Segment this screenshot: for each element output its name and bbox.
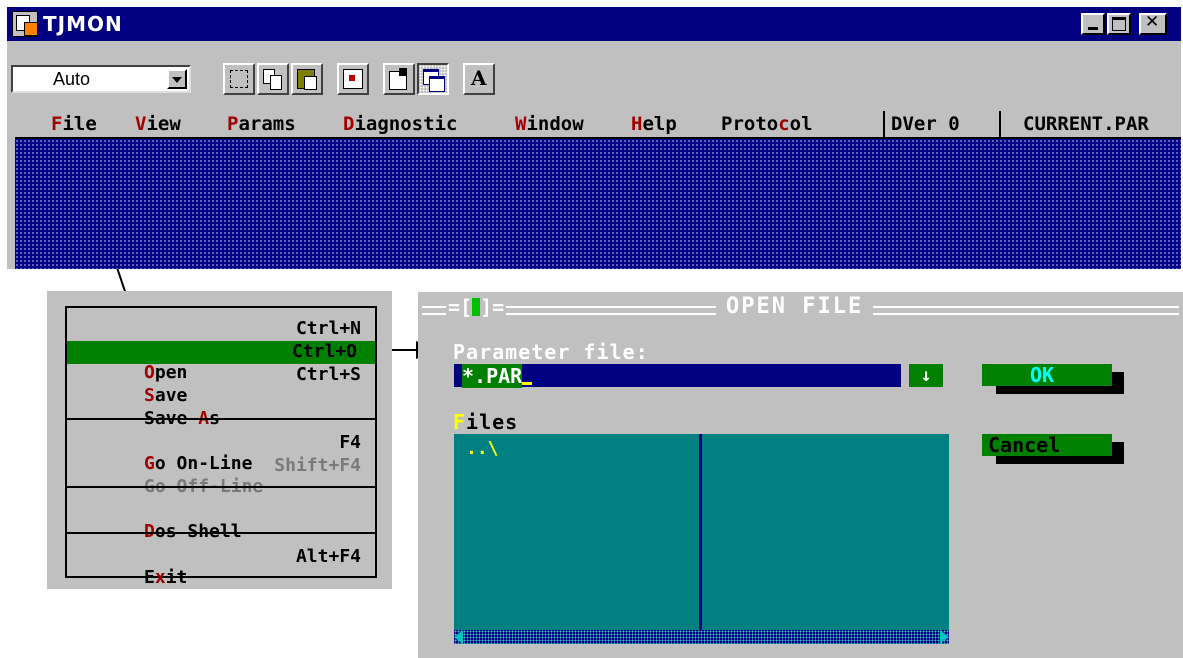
scroll-right-icon[interactable]: [940, 630, 949, 644]
minimize-button[interactable]: [1081, 13, 1105, 35]
font-icon: A: [471, 66, 487, 90]
chevron-down-icon[interactable]: [167, 69, 187, 89]
menu-diagnostic[interactable]: Diagnostic: [343, 113, 457, 135]
menu-params[interactable]: Params: [227, 113, 296, 135]
maximize-icon: [1112, 17, 1126, 31]
scroll-left-icon[interactable]: [454, 630, 463, 644]
app-icon[interactable]: [12, 11, 38, 37]
files-label: Files: [453, 410, 519, 434]
cancel-button-label: Cancel: [982, 434, 1112, 456]
open-file-dialog: =[]= OPEN FILE Parameter file: *.PAR ↓ O…: [418, 292, 1183, 658]
file-menu-dropdown: New Ctrl+N Open Ctrl+O Save Ctrl+S Save …: [47, 291, 392, 589]
file-list[interactable]: ..\: [454, 434, 949, 644]
menu-item-new[interactable]: New Ctrl+N: [79, 318, 367, 360]
parameter-file-value: *.PAR: [462, 364, 523, 388]
properties-tool-button[interactable]: [383, 63, 415, 95]
close-icon: ✕: [1145, 12, 1160, 32]
title-bar[interactable]: TJMON ✕: [7, 7, 1181, 41]
column-divider: [699, 434, 702, 630]
menu-divider: [67, 418, 375, 420]
menu-item-save-as[interactable]: Save As: [79, 387, 367, 429]
parameter-file-input[interactable]: *.PAR: [454, 364, 901, 388]
dialog-close-button[interactable]: =[]=: [446, 295, 507, 319]
menu-file[interactable]: File: [51, 113, 97, 135]
text-cursor: [522, 382, 533, 385]
menu-window[interactable]: Window: [515, 113, 584, 135]
tjmon-window: TJMON ✕ Auto A File View Params Diagnost…: [7, 7, 1181, 269]
cancel-button[interactable]: Cancel: [982, 434, 1124, 468]
parameter-file-label: Parameter file:: [453, 340, 649, 364]
dos-desktop: File View Params Diagnostic Window Help …: [15, 111, 1181, 269]
menu-item-dos-shell[interactable]: Dos Shell: [79, 500, 367, 542]
ok-button-label: OK: [982, 364, 1112, 386]
menu-divider: [67, 486, 375, 488]
arrow-down-icon: ↓: [920, 365, 932, 386]
ok-button[interactable]: OK: [982, 364, 1124, 398]
zoom-select[interactable]: Auto: [11, 65, 191, 93]
dialog-title: OPEN FILE: [716, 294, 874, 319]
zoom-value: Auto: [53, 69, 91, 89]
menu-separator: [883, 111, 885, 137]
menu-help[interactable]: Help: [631, 113, 677, 135]
file-menu-frame: New Ctrl+N Open Ctrl+O Save Ctrl+S Save …: [65, 306, 377, 588]
menu-item-go-online[interactable]: Go On-Line F4: [79, 432, 367, 474]
select-tool-button[interactable]: [223, 63, 255, 95]
menu-view[interactable]: View: [135, 113, 181, 135]
window-tool-button[interactable]: [417, 63, 449, 95]
horizontal-scrollbar[interactable]: [454, 630, 949, 644]
maximize-button[interactable]: [1107, 13, 1131, 35]
close-icon: [472, 298, 481, 316]
history-dropdown-button[interactable]: ↓: [909, 364, 943, 387]
menu-item-go-offline: Go Off-Line Shift+F4: [144, 455, 361, 497]
copy-tool-button[interactable]: [257, 63, 289, 95]
menu-item-save[interactable]: Save Ctrl+S: [79, 364, 367, 406]
font-tool-button[interactable]: A: [463, 63, 495, 95]
menu-protocol[interactable]: Protocol: [721, 113, 813, 135]
window-title: TJMON: [43, 12, 123, 36]
menu-divider: [67, 532, 375, 534]
minimize-icon: [1088, 27, 1098, 30]
menu-item-open[interactable]: Open Ctrl+O: [67, 341, 375, 383]
paste-tool-button[interactable]: [291, 63, 323, 95]
close-button[interactable]: ✕: [1139, 12, 1167, 35]
menu-item-exit[interactable]: Exit Alt+F4: [79, 546, 367, 588]
file-list-item[interactable]: ..\: [466, 438, 499, 459]
select-icon: [230, 70, 248, 88]
fit-tool-button[interactable]: [337, 63, 369, 95]
toolbar: Auto A: [7, 41, 1181, 103]
current-file-indicator: CURRENT.PAR: [1023, 113, 1149, 135]
version-indicator: DVer 0: [891, 113, 960, 135]
dos-menu-bar: File View Params Diagnostic Window Help …: [15, 111, 1181, 139]
menu-separator: [999, 111, 1001, 137]
